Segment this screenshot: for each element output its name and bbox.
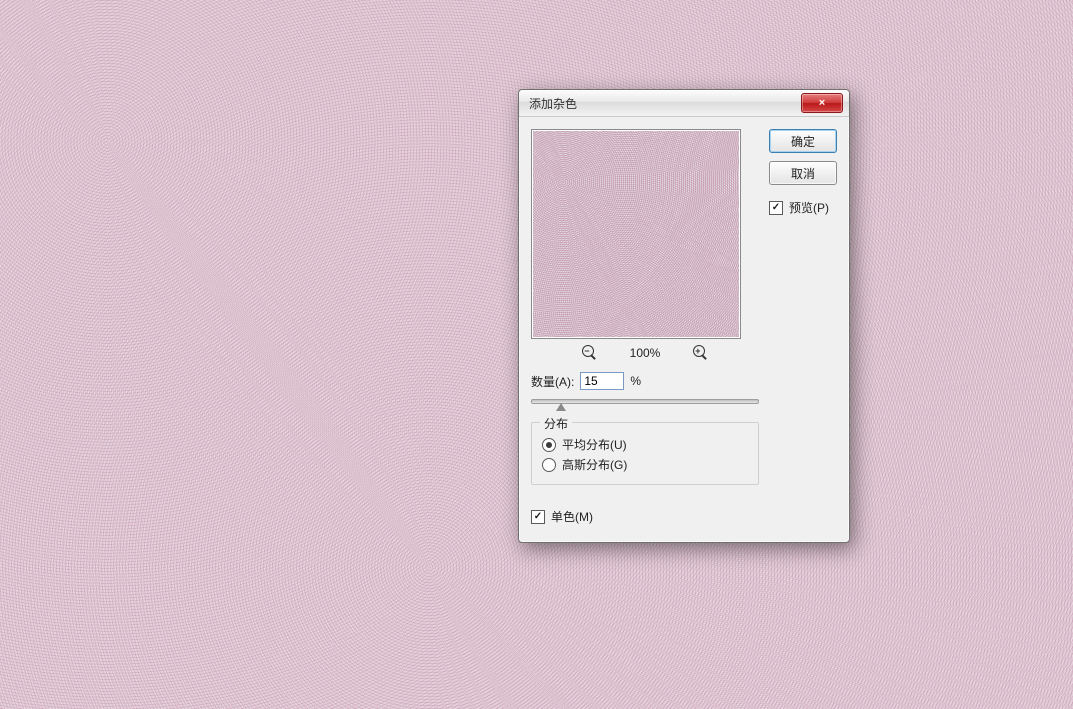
cancel-button-label: 取消	[791, 165, 815, 182]
amount-input[interactable]	[580, 372, 624, 390]
cancel-button[interactable]: 取消	[769, 161, 837, 185]
monochrome-checkbox[interactable]: 单色(M)	[531, 508, 837, 525]
amount-slider[interactable]	[531, 394, 759, 412]
radio-uniform-label: 平均分布(U)	[562, 436, 627, 453]
dialog-title: 添加杂色	[529, 95, 801, 112]
preview-image	[531, 129, 741, 339]
zoom-in-button[interactable]: +	[693, 345, 708, 360]
slider-thumb[interactable]	[556, 403, 566, 411]
amount-label: 数量(A):	[531, 373, 574, 390]
add-noise-dialog: 添加杂色 × − 100% + 数量(A): %	[518, 89, 850, 543]
ok-button[interactable]: 确定	[769, 129, 837, 153]
ok-button-label: 确定	[791, 133, 815, 150]
amount-unit: %	[630, 374, 641, 388]
radio-uniform-indicator	[542, 438, 556, 452]
zoom-out-button[interactable]: −	[582, 345, 597, 360]
zoom-level: 100%	[625, 346, 665, 360]
preview-checkbox-label: 预览(P)	[789, 199, 829, 216]
zoom-in-icon: +	[695, 346, 700, 356]
preview-check-indicator	[769, 201, 783, 215]
titlebar[interactable]: 添加杂色 ×	[519, 90, 849, 117]
distribution-legend: 分布	[540, 415, 572, 432]
close-button[interactable]: ×	[801, 93, 843, 113]
close-icon: ×	[819, 98, 825, 109]
distribution-group: 分布 平均分布(U) 高斯分布(G)	[531, 422, 759, 485]
radio-gaussian[interactable]: 高斯分布(G)	[542, 456, 748, 473]
preview-checkbox[interactable]: 预览(P)	[769, 199, 837, 216]
radio-uniform[interactable]: 平均分布(U)	[542, 436, 748, 453]
monochrome-check-indicator	[531, 510, 545, 524]
monochrome-checkbox-label: 单色(M)	[551, 508, 593, 525]
radio-gaussian-label: 高斯分布(G)	[562, 456, 627, 473]
radio-gaussian-indicator	[542, 458, 556, 472]
zoom-out-icon: −	[584, 346, 589, 356]
